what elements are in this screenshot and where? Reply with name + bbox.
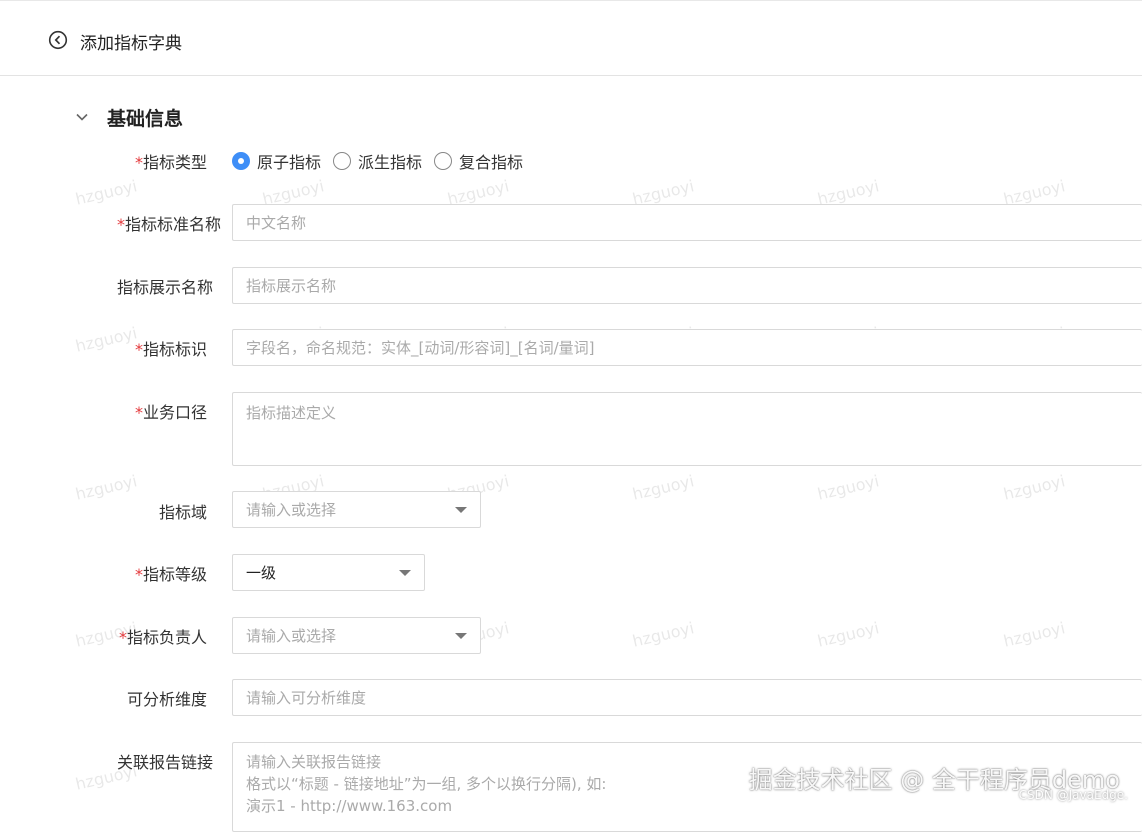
radio-derived[interactable]: 派生指标 [333,149,422,173]
business-caliber-textarea[interactable]: 指标描述定义 [232,392,1142,466]
owner-select[interactable]: 请输入或选择 [232,617,481,654]
metric-type-label-text: 指标类型 [142,153,207,172]
required-mark: * [118,628,127,647]
watermark-text: hzguoyi [1001,618,1067,651]
report-links-placeholder-line: 请输入关联报告链接 [246,753,382,771]
required-mark: * [116,215,125,234]
report-links-label: 关联报告链接 [117,749,213,773]
watermark-text: hzguoyi [73,176,139,209]
caret-down-icon[interactable] [399,569,411,576]
identifier-input[interactable]: 字段名，命名规范：实体_[动词/形容词]_[名词/量词] [232,329,1142,366]
dimensions-placeholder: 请输入可分析维度 [246,689,367,707]
business-caliber-label-text: 业务口径 [142,403,207,422]
section-title: 基础信息 [107,107,184,130]
business-caliber-placeholder: 指标描述定义 [246,404,337,422]
owner-label-text: 指标负责人 [126,628,207,647]
top-bar: 添加指标字典 [0,0,1142,76]
std-name-label-text: 指标标准名称 [124,215,221,234]
business-caliber-label: *业务口径 [135,399,207,423]
watermark-text: hzguoyi [815,471,881,504]
watermark-text: hzguoyi [73,323,139,356]
display-name-input[interactable]: 指标展示名称 [232,267,1142,304]
radio-derived-label: 派生指标 [358,153,423,172]
domain-label-text: 指标域 [158,503,207,522]
radio-checked-icon[interactable] [232,152,250,170]
required-mark: * [134,153,143,172]
radio-unchecked-icon[interactable] [434,152,453,170]
domain-placeholder: 请输入或选择 [246,501,337,519]
required-mark: * [134,403,143,422]
level-label-text: 指标等级 [142,565,207,584]
radio-unchecked-icon[interactable] [333,152,352,170]
watermark-text: hzguoyi [73,471,139,504]
dimensions-input[interactable]: 请输入可分析维度 [232,679,1142,716]
arrow-left-circle-icon[interactable] [48,30,68,50]
source-watermark: CSDN @JavaEdge. [1018,788,1128,802]
chevron-down-icon[interactable] [72,107,92,127]
level-label: *指标等级 [135,561,207,585]
watermark-text: hzguoyi [630,471,696,504]
std-name-input[interactable]: 中文名称 [232,204,1142,241]
watermark-text: hzguoyi [815,618,881,651]
radio-composite[interactable]: 复合指标 [434,149,523,173]
report-links-placeholder-line: 格式以“标题 - 链接地址”为一组, 多个以换行分隔), 如: [246,775,607,793]
identifier-label-text: 指标标识 [142,340,207,359]
display-name-placeholder: 指标展示名称 [246,277,337,295]
page-title: 添加指标字典 [80,34,182,54]
dimensions-label-text: 可分析维度 [126,690,207,709]
identifier-placeholder: 字段名，命名规范：实体_[动词/形容词]_[名词/量词] [246,339,595,357]
metric-type-radio-group: 原子指标 派生指标 复合指标 [232,149,535,173]
domain-select[interactable]: 请输入或选择 [232,491,481,528]
radio-atomic[interactable]: 原子指标 [232,149,321,173]
owner-placeholder: 请输入或选择 [246,627,337,645]
dimensions-label: 可分析维度 [127,686,207,710]
watermark-text: hzguoyi [630,618,696,651]
report-links-label-text: 关联报告链接 [116,753,213,772]
std-name-placeholder: 中文名称 [246,214,307,232]
radio-atomic-label: 原子指标 [257,153,322,172]
required-mark: * [134,565,143,584]
level-select[interactable]: 一级 [232,554,425,591]
owner-label: *指标负责人 [119,624,207,648]
caret-down-icon[interactable] [455,506,467,513]
display-name-label-text: 指标展示名称 [116,278,213,297]
radio-composite-label: 复合指标 [459,153,524,172]
caret-down-icon[interactable] [455,632,467,639]
display-name-label: 指标展示名称 [117,274,213,298]
required-mark: * [134,340,143,359]
metric-type-label: *指标类型 [135,149,207,173]
report-links-placeholder-line: 演示1 - http://www.163.com [246,797,453,815]
identifier-label: *指标标识 [135,336,207,360]
section-header[interactable]: 基础信息 [72,103,183,131]
watermark-text: hzguoyi [1001,471,1067,504]
std-name-label: *指标标准名称 [117,211,221,235]
level-value: 一级 [246,564,277,582]
domain-label: 指标域 [159,499,207,523]
